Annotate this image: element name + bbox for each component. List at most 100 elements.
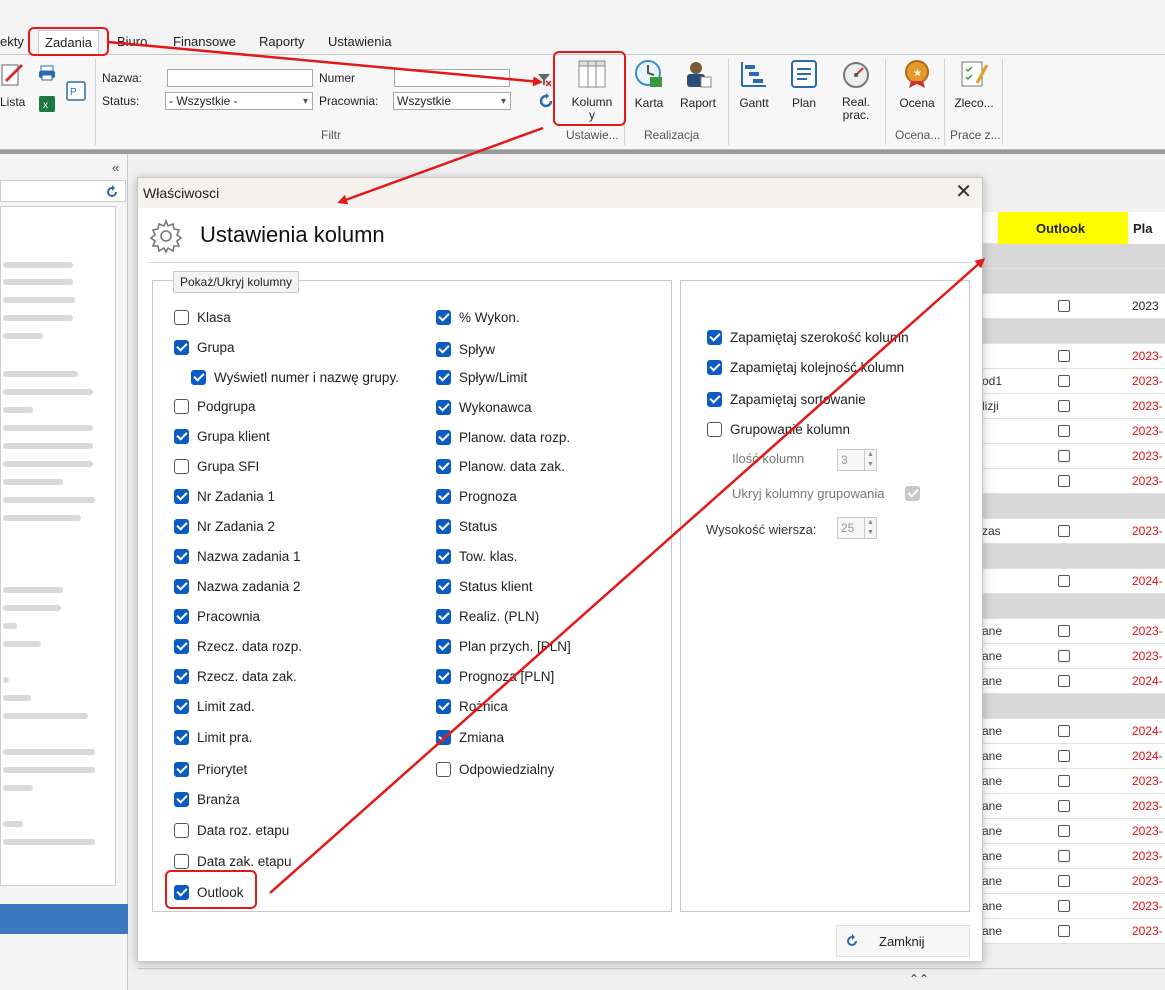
tab-biuro[interactable]: Biuro [111,30,153,54]
table-row[interactable]: zas 2023- [980,519,1165,544]
outlook-row-checkbox[interactable] [1058,875,1070,887]
clear-filter-icon[interactable] [536,71,552,87]
column-checkbox[interactable]: Data zak. etapu [174,851,292,871]
table-row[interactable]: lizji 2023- [980,394,1165,419]
excel-icon[interactable]: x [38,95,56,113]
table-row[interactable]: 2023- [980,444,1165,469]
column-checkbox[interactable]: Grupa [174,337,235,357]
outlook-column-header[interactable]: Outlook [998,212,1128,244]
column-checkbox[interactable]: Realiz. (PLN) [436,606,539,626]
column-checkbox[interactable]: Zmiana [436,727,504,747]
table-row[interactable]: ane 2023- [980,644,1165,669]
column-checkbox[interactable]: Rzecz. data rozp. [174,636,302,656]
outlook-row-checkbox[interactable] [1058,425,1070,437]
column-checkbox[interactable]: Prognoza [PLN] [436,666,554,686]
checkbox-box[interactable] [436,369,451,385]
table-row[interactable]: 2024- [980,569,1165,594]
column-checkbox[interactable]: Tow. klas. [436,546,518,566]
checkbox-box[interactable] [191,369,206,385]
column-checkbox[interactable]: Branża [174,789,240,809]
checkbox-box[interactable] [436,668,451,684]
column-checkbox[interactable]: Rzecz. data zak. [174,666,297,686]
gantt-button[interactable]: Gantt [734,59,774,110]
lista-label[interactable]: Lista [0,95,25,109]
ilosc-kolumn-spinner[interactable]: 3 ▲ ▼ [837,449,877,471]
option-checkbox[interactable]: Zapamiętaj kolejność kolumn [707,357,904,377]
column-checkbox[interactable]: Odpowiedzialny [436,759,554,779]
checkbox-box[interactable] [174,398,189,414]
column-checkbox[interactable]: % Wykon. [436,307,520,327]
column-checkbox[interactable]: Grupa SFI [174,456,259,476]
table-row[interactable]: ane 2023- [980,769,1165,794]
table-row[interactable]: ane 2023- [980,844,1165,869]
checkbox-box[interactable] [174,668,189,684]
outlook-row-checkbox[interactable] [1058,725,1070,737]
outlook-row-checkbox[interactable] [1058,650,1070,662]
wysokosc-wiersza-spinner[interactable]: 25 ▲ ▼ [837,517,877,539]
checkbox-box[interactable] [174,339,189,355]
left-pane-selection-bar[interactable] [0,904,128,934]
column-checkbox[interactable]: Podgrupa [174,396,256,416]
outlook-row-checkbox[interactable] [1058,775,1070,787]
outlook-row-checkbox[interactable] [1058,625,1070,637]
spinner-arrows-icon[interactable]: ▲ ▼ [864,450,876,470]
checkbox-box[interactable] [707,359,722,375]
table-row[interactable]: ane 2023- [980,894,1165,919]
column-checkbox[interactable]: Planow. data zak. [436,456,565,476]
checkbox-box[interactable] [174,822,189,838]
expand-icon[interactable]: ⌃⌃ [909,972,929,986]
refresh-icon[interactable] [538,93,554,109]
print-icon[interactable] [38,65,56,81]
checkbox-box[interactable] [174,791,189,807]
checkbox-box[interactable] [436,548,451,564]
column-checkbox[interactable]: Rożnica [436,696,508,716]
outlook-row-checkbox[interactable] [1058,825,1070,837]
table-row[interactable]: ane 2024- [980,744,1165,769]
table-row[interactable]: 2023- [980,469,1165,494]
grid-group-row[interactable] [980,269,1165,294]
table-row[interactable]: ane 2023- [980,919,1165,944]
checkbox-box[interactable] [436,399,451,415]
ukryj-kolumny-checkbox[interactable] [905,486,920,501]
grid-group-row[interactable] [980,694,1165,719]
checkbox-box[interactable] [174,458,189,474]
outlook-row-checkbox[interactable] [1058,350,1070,362]
collapse-icon[interactable]: « [112,160,119,175]
tab-raporty[interactable]: Raporty [253,30,311,54]
checkbox-box[interactable] [174,698,189,714]
table-row[interactable]: ane 2024- [980,719,1165,744]
raport-button[interactable]: Raport [676,59,720,110]
outlook-row-checkbox[interactable] [1058,300,1070,312]
column-checkbox[interactable]: Planow. data rozp. [436,427,570,447]
outlook-row-checkbox[interactable] [1058,800,1070,812]
checkbox-box[interactable] [707,421,722,437]
plan-button[interactable]: Plan [786,59,822,110]
checkbox-box[interactable] [707,329,722,345]
outlook-row-checkbox[interactable] [1058,450,1070,462]
column-checkbox[interactable]: Plan przych. [PLN] [436,636,571,656]
column-checkbox[interactable]: Nazwa zadania 1 [174,546,301,566]
numer-input[interactable] [394,69,510,87]
checkbox-box[interactable] [174,428,189,444]
tree-refresh-icon[interactable] [105,185,119,199]
checkbox-box[interactable] [174,309,189,325]
close-icon[interactable]: ✕ [955,181,972,203]
column-checkbox[interactable]: Spływ [436,339,495,359]
checkbox-box[interactable] [174,518,189,534]
outlook-row-checkbox[interactable] [1058,850,1070,862]
column-checkbox[interactable]: Spływ/Limit [436,367,527,387]
column-checkbox[interactable]: Limit pra. [174,727,253,747]
outlook-row-checkbox[interactable] [1058,375,1070,387]
project-export-icon[interactable]: P [66,81,86,101]
grid-group-row[interactable] [980,494,1165,519]
tab-finansowe[interactable]: Finansowe [167,30,242,54]
grid-group-row[interactable] [980,244,1165,269]
table-row[interactable]: ane 2023- [980,869,1165,894]
checkbox-box[interactable] [174,548,189,564]
tab-projekty[interactable]: ekty [0,30,30,54]
column-checkbox[interactable]: Data roz. etapu [174,820,289,840]
checkbox-box[interactable] [174,488,189,504]
outlook-row-checkbox[interactable] [1058,575,1070,587]
grid-group-row[interactable] [980,594,1165,619]
checkbox-box[interactable] [436,341,451,357]
